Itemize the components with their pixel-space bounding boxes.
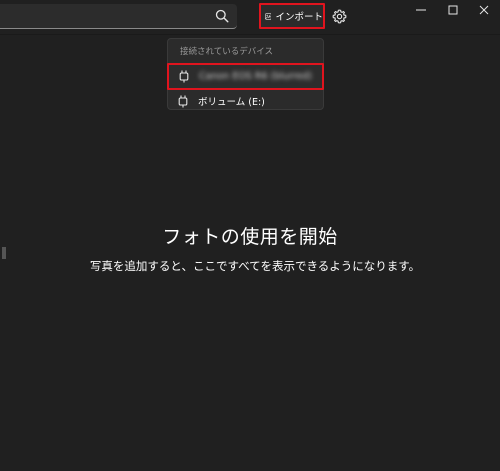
close-icon (479, 5, 489, 15)
device-menu-item-camera[interactable]: Canon EOS R6 (blurred) (167, 63, 324, 90)
import-button[interactable]: インポート (259, 3, 325, 29)
device-label-camera: Canon EOS R6 (blurred) (199, 71, 312, 82)
photo-import-icon (265, 12, 272, 20)
import-device-menu: 接続されているデバイス Canon EOS R6 (blurred) ボリューム… (167, 38, 324, 110)
device-icon (179, 70, 189, 83)
search-box[interactable] (0, 4, 237, 29)
import-button-label: インポート (275, 12, 323, 23)
empty-state-subtitle: 写真を追加すると、ここですべてを表示できるようになります。 (89, 259, 421, 273)
maximize-icon (448, 5, 458, 15)
connected-devices-header: 接続されているデバイス (180, 47, 273, 57)
title-bar-divider (0, 34, 500, 35)
maximize-button[interactable] (437, 0, 469, 20)
minimize-icon (416, 9, 426, 11)
empty-state-title: フォトの使用を開始 (162, 226, 338, 248)
minimize-button[interactable] (405, 0, 437, 20)
search-input[interactable] (6, 7, 205, 27)
device-menu-item-volume[interactable]: ボリューム (E:) (168, 90, 323, 112)
photos-app-window: インポート 接続されているデバイス Canon EOS R6 (blurred)… (0, 0, 500, 471)
title-bar: インポート (0, 0, 500, 34)
close-button[interactable] (468, 0, 500, 20)
device-label-volume: ボリューム (E:) (198, 97, 265, 108)
gear-icon[interactable] (332, 9, 347, 24)
search-icon[interactable] (215, 9, 229, 23)
device-icon (178, 95, 188, 107)
